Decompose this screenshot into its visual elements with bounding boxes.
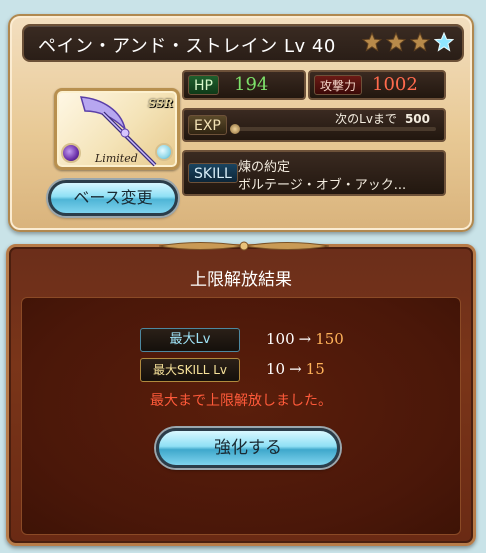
attack-stat: 攻撃力 1002 [308, 70, 446, 100]
attack-label: 攻撃力 [314, 75, 363, 95]
star-blue-icon [434, 32, 454, 52]
max-skill-old: 10 [266, 360, 286, 378]
skill-label: SKILL [188, 163, 238, 183]
exp-stat: EXP 次のLvまで 500 [182, 108, 446, 142]
exp-label: EXP [188, 115, 227, 135]
result-details: 最大Lv 100 → 150 最大SKILL Lv 10 → 15 最大まで上限解放しま… [21, 297, 461, 535]
exp-next-level: 次のLvまで 500 [335, 110, 430, 127]
uncap-result-card: 上限解放結果 最大Lv 100 → 150 最大SKILL Lv 10 → 15 最大ま… [6, 241, 476, 546]
max-skill-change: 10 → 15 [266, 360, 325, 378]
gold-ornament-icon [159, 241, 329, 251]
skill-name-1: 煉の約定 [238, 160, 291, 175]
star-bronze-icon [386, 32, 406, 52]
star-bronze-icon [410, 32, 430, 52]
max-skill-label: 最大SKILL Lv [140, 358, 240, 382]
dark-element-icon [61, 143, 81, 163]
arrow-right-icon: → [298, 330, 312, 348]
upgrade-screen: ペイン・アンド・ストレイン Lv 40 SSR Limited ベース変更 HP… [0, 0, 486, 553]
weapon-name: ペイン・アンド・ストレイン Lv 40 [38, 36, 336, 57]
max-lv-change: 100 → 150 [266, 330, 344, 348]
hp-value: 194 [234, 74, 269, 95]
weapon-title-bar: ペイン・アンド・ストレイン Lv 40 [22, 24, 464, 62]
skill-name-2: ボルテージ・オブ・アック... [238, 178, 407, 193]
exp-next-label: 次のLvまで [335, 112, 397, 126]
weapon-portrait[interactable]: SSR Limited [54, 88, 180, 170]
base-change-button[interactable]: ベース変更 [48, 180, 178, 216]
hp-label: HP [188, 75, 219, 95]
arrow-right-icon: → [289, 360, 302, 378]
max-lv-new: 150 [315, 330, 344, 348]
hp-stat: HP 194 [182, 70, 306, 100]
star-bronze-icon [362, 32, 382, 52]
exp-progress-bar [236, 127, 436, 131]
skill-stat: SKILL 煉の約定 ボルテージ・オブ・アック... [182, 150, 446, 196]
ssr-badge: SSR [148, 97, 173, 110]
exp-next-value: 500 [404, 112, 430, 126]
exp-progress-knob [230, 124, 240, 134]
max-skill-new: 15 [305, 360, 325, 378]
max-uncap-message: 最大まで上限解放しました。 [150, 393, 332, 409]
water-skill-icon [155, 143, 173, 161]
max-lv-old: 100 [266, 330, 295, 348]
max-lv-label: 最大Lv [140, 328, 240, 352]
result-title: 上限解放結果 [190, 270, 292, 290]
attack-value: 1002 [372, 74, 418, 95]
enhance-button[interactable]: 強化する [156, 428, 340, 468]
uncap-stars [362, 32, 454, 52]
limited-label: Limited [95, 152, 138, 165]
